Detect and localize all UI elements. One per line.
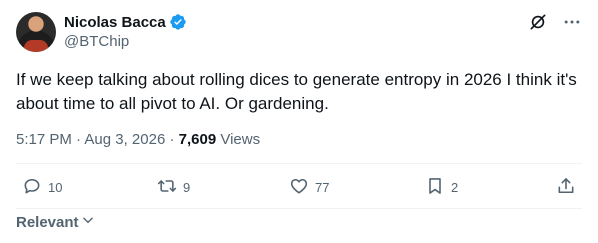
repost-icon (157, 176, 177, 199)
author-handle[interactable]: @BTChip (64, 33, 129, 50)
like-button[interactable]: 77 (289, 176, 329, 199)
like-icon (289, 176, 309, 199)
tweet-text: If we keep talking about rolling dices t… (16, 70, 577, 113)
top-actions (528, 12, 582, 32)
bookmark-icon (425, 176, 445, 199)
more-icon[interactable] (562, 12, 582, 32)
sort-relevant-button[interactable]: Relevant (16, 213, 95, 231)
sort-label: Relevant (16, 213, 79, 231)
views-label: Views (220, 131, 261, 148)
meta-separator-2: · (169, 131, 175, 148)
repost-count: 9 (183, 180, 191, 195)
divider-bottom (16, 208, 582, 209)
repost-button[interactable]: 9 (157, 176, 190, 199)
tweet-date[interactable]: Aug 3, 2026 (84, 131, 165, 148)
reply-icon (22, 176, 42, 199)
bookmark-count: 2 (451, 180, 459, 195)
author-name-row: Nicolas Bacca (64, 12, 187, 32)
like-count: 77 (315, 180, 330, 195)
grok-slash-icon[interactable] (528, 12, 548, 32)
author-display-name[interactable]: Nicolas Bacca (64, 14, 166, 31)
views-count[interactable]: 7,609 (179, 131, 217, 148)
verified-badge-icon[interactable] (169, 13, 187, 31)
share-icon (556, 176, 576, 199)
tweet: Nicolas Bacca @BTChip If we keep talking… (0, 0, 598, 243)
tweet-time[interactable]: 5:17 PM (16, 131, 72, 148)
divider-top (16, 163, 582, 164)
reply-count: 10 (48, 180, 63, 195)
tweet-meta: 5:17 PM · Aug 3, 2026 · 7,609 Views (16, 131, 260, 148)
avatar[interactable] (16, 12, 56, 52)
action-bar: 10 9 77 2 (16, 176, 582, 204)
reply-button[interactable]: 10 (22, 176, 62, 199)
avatar-shirt (24, 40, 48, 52)
share-button[interactable] (556, 176, 576, 199)
meta-separator: · (76, 131, 82, 148)
bookmark-button[interactable]: 2 (425, 176, 458, 199)
chevron-down-icon (81, 213, 95, 231)
